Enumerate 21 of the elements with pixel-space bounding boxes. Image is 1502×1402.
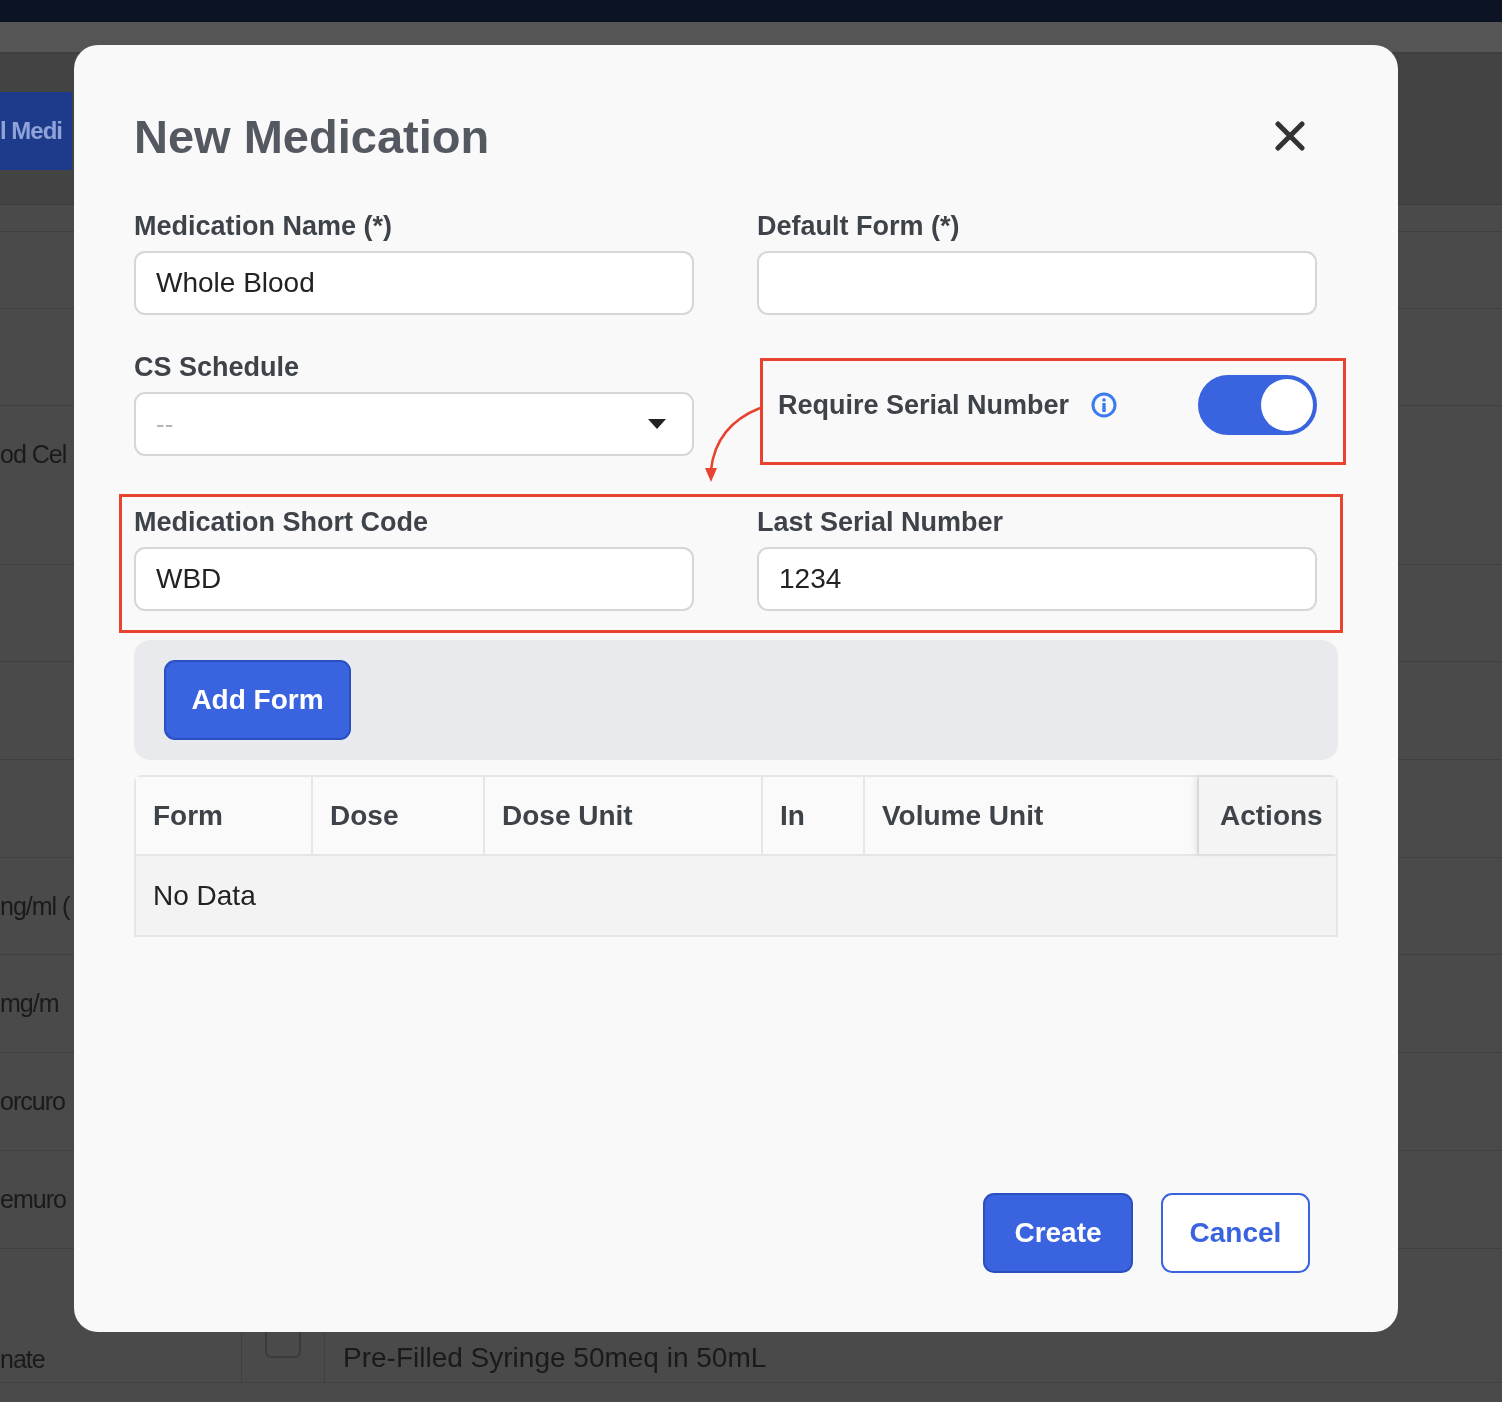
caret-icon xyxy=(648,419,666,429)
create-button[interactable]: Create xyxy=(983,1193,1133,1273)
field-label: Last Serial Number xyxy=(757,506,1005,539)
column-header: Actions xyxy=(1199,777,1336,854)
field-label: Medication Short Code xyxy=(134,506,429,539)
close-icon[interactable] xyxy=(1275,121,1305,151)
text-field[interactable]: Whole Blood xyxy=(134,251,694,315)
text-field[interactable]: 1234 xyxy=(757,547,1317,611)
info-icon[interactable] xyxy=(1091,392,1118,418)
toggle-switch[interactable] xyxy=(1198,375,1317,435)
text-field[interactable] xyxy=(757,251,1317,315)
toggle-label: Require Serial Number xyxy=(778,389,1070,422)
field-label: Default Form (*) xyxy=(757,210,961,243)
empty-message: No Data xyxy=(136,854,1336,935)
field-label: Medication Name (*) xyxy=(134,210,394,243)
cancel-button[interactable]: Cancel xyxy=(1161,1193,1310,1273)
add-form-button[interactable]: Add Form xyxy=(164,660,351,740)
field-label: CS Schedule xyxy=(134,351,301,384)
add-medication-button[interactable]: l Medi xyxy=(0,92,72,170)
text-field[interactable]: WBD xyxy=(134,547,694,611)
dialog-title: New Medication xyxy=(134,108,490,164)
